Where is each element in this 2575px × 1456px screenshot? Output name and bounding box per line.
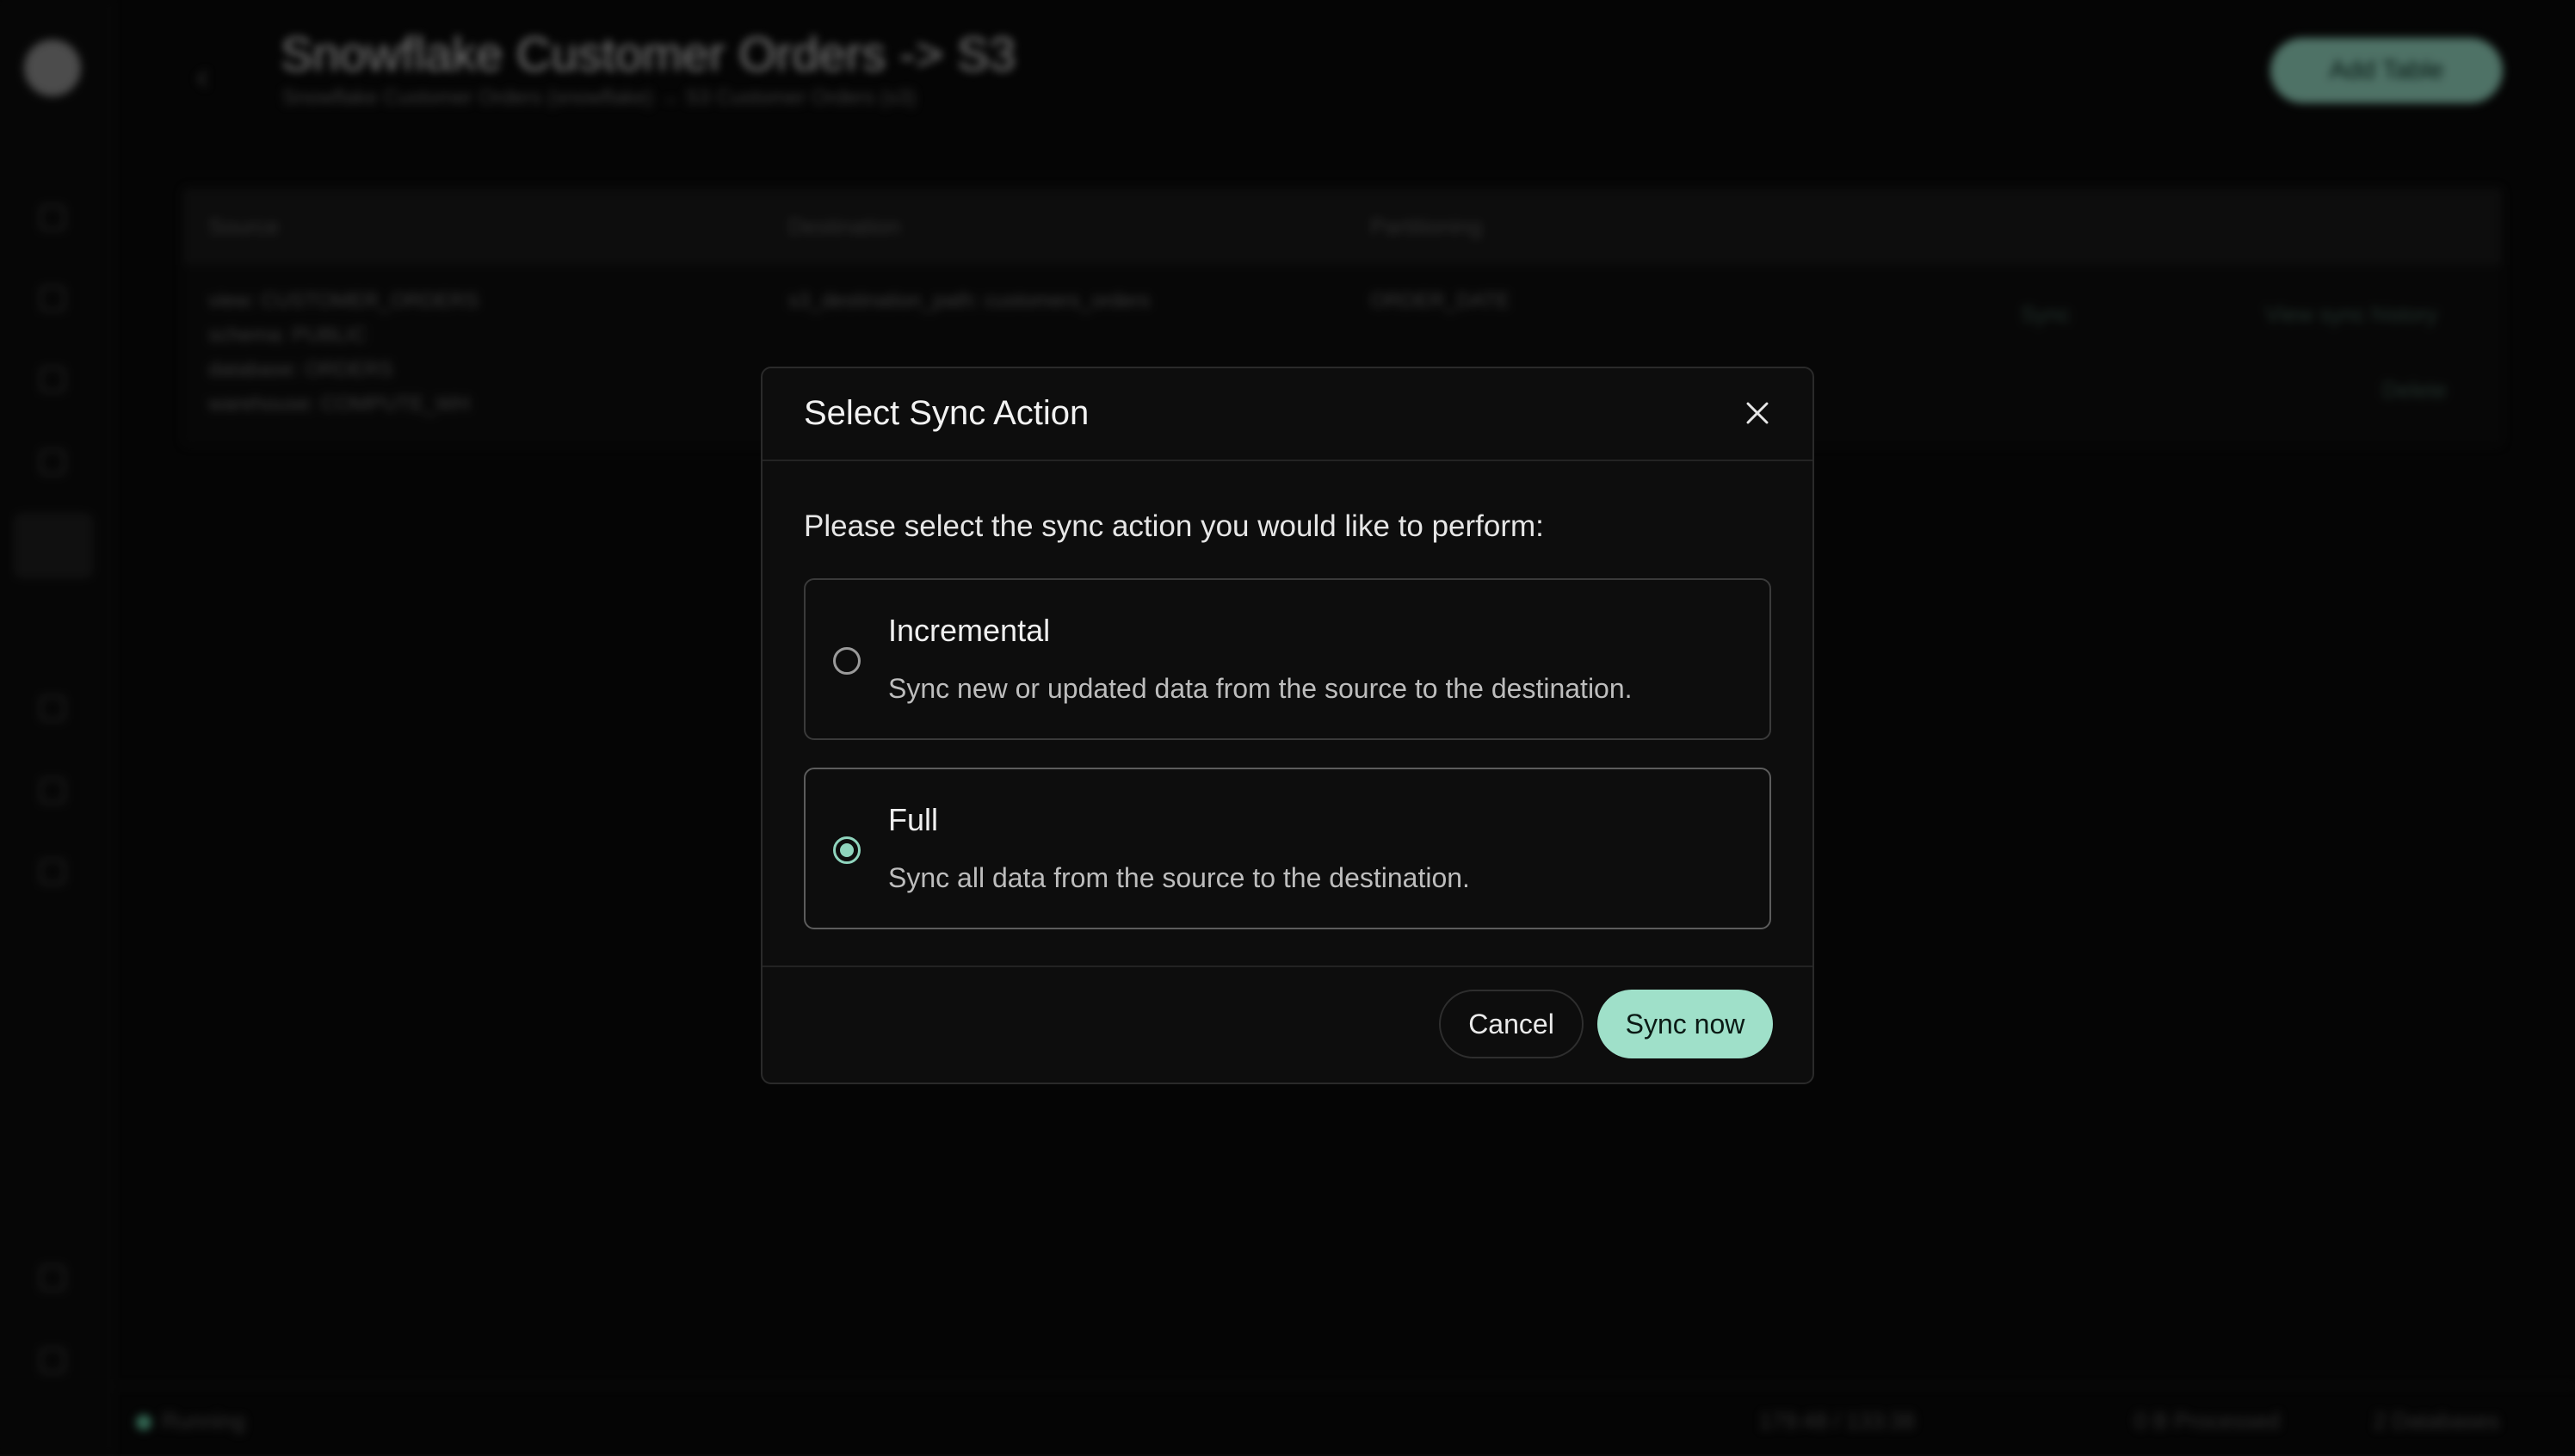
dialog-footer: Cancel Sync now: [763, 966, 1812, 1083]
option-incremental[interactable]: Incremental Sync new or updated data fro…: [804, 578, 1771, 740]
sync-action-dialog: Select Sync Action Please select the syn…: [761, 367, 1814, 1084]
sync-now-button[interactable]: Sync now: [1597, 990, 1773, 1058]
option-title: Incremental: [888, 613, 1051, 648]
option-full[interactable]: Full Sync all data from the source to th…: [804, 768, 1771, 929]
close-button[interactable]: [1738, 394, 1776, 432]
cancel-button[interactable]: Cancel: [1439, 990, 1584, 1058]
close-icon: [1746, 402, 1769, 424]
radio-incremental[interactable]: [833, 647, 861, 675]
dialog-title: Select Sync Action: [804, 394, 1090, 432]
dialog-header: Select Sync Action: [763, 368, 1812, 461]
option-title: Full: [888, 802, 939, 837]
radio-full[interactable]: [833, 836, 861, 864]
option-description: Sync all data from the source to the des…: [888, 862, 1470, 893]
option-description: Sync new or updated data from the source…: [888, 673, 1633, 704]
dialog-prompt: Please select the sync action you would …: [804, 509, 1544, 543]
